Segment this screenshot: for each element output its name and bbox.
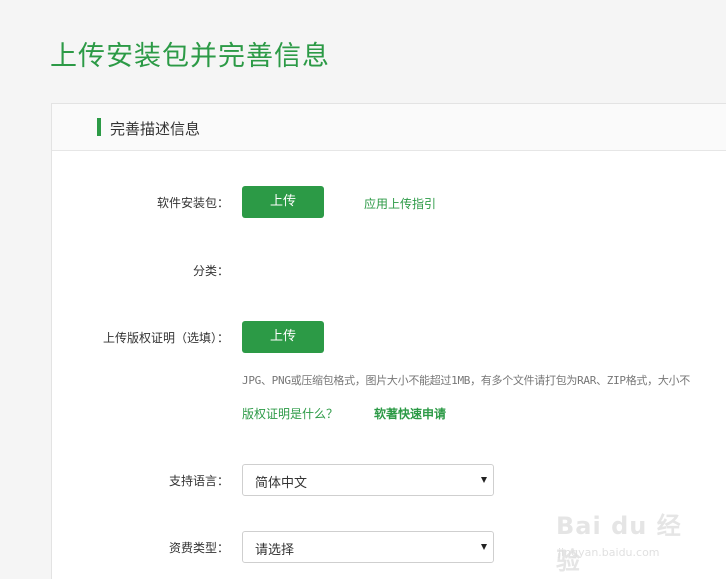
package-label: 软件安装包：	[156, 196, 229, 210]
copyright-upload-button[interactable]: 上传	[242, 321, 324, 353]
panel-header: 完善描述信息	[52, 104, 726, 151]
language-select[interactable]: 简体中文	[242, 464, 494, 496]
page-title: 上传安装包并完善信息	[50, 41, 330, 72]
header-accent-bar	[97, 118, 101, 136]
copyright-hint: JPG、PNG或压缩包格式，图片大小不能超过1MB，有多个文件请打包为RAR、Z…	[242, 374, 690, 387]
baidu-watermark: Bai du 经验 jingyan.baidu.com	[556, 500, 706, 575]
upload-guide-link[interactable]: 应用上传指引	[364, 195, 436, 212]
copyright-label: 上传版权证明（选填）：	[102, 331, 229, 345]
section-title: 完善描述信息	[110, 120, 201, 138]
package-upload-button[interactable]: 上传	[242, 186, 324, 218]
category-label: 分类：	[192, 264, 229, 278]
watermark-text: Bai du 经验	[556, 512, 682, 575]
watermark-url: jingyan.baidu.com	[558, 546, 660, 559]
chevron-down-icon	[481, 544, 487, 550]
what-is-copyright-link[interactable]: 版权证明是什么？	[242, 405, 338, 422]
language-select-value: 简体中文	[255, 476, 308, 491]
fee-select[interactable]: 请选择	[242, 531, 494, 563]
chevron-down-icon	[481, 477, 487, 483]
language-label: 支持语言：	[168, 474, 229, 488]
fast-apply-link[interactable]: 软著快速申请	[374, 405, 446, 422]
fee-select-value: 请选择	[255, 543, 295, 558]
fee-label: 资费类型：	[168, 541, 229, 555]
